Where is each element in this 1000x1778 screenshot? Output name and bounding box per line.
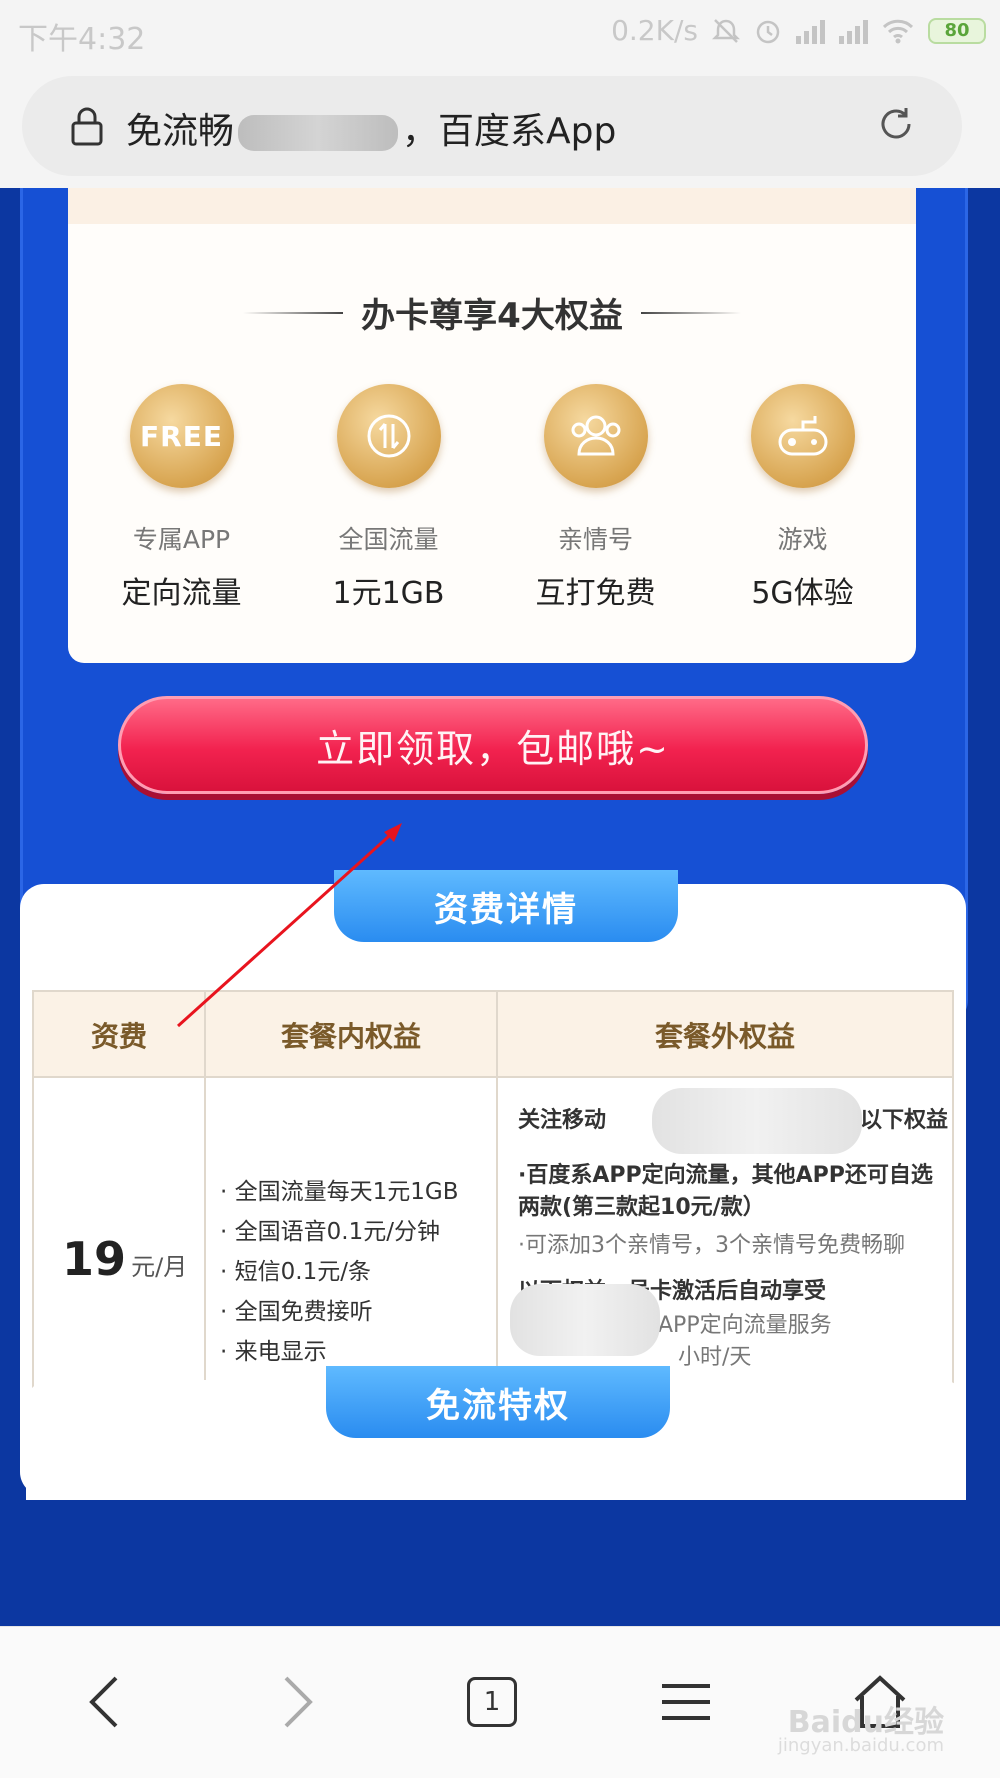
mute-icon (712, 18, 740, 43)
price-unit: 元/月 (131, 1253, 188, 1281)
url-prefix: 免流畅 (126, 111, 235, 152)
chevron-right-icon (284, 1676, 313, 1728)
alarm-icon (756, 20, 780, 43)
signal-hd-icon (839, 18, 868, 44)
benefit-item: 全国流量 1元1GB (289, 384, 489, 612)
network-speed: 0.2K/s (611, 14, 698, 47)
divider-right (640, 311, 741, 314)
benefit-value: 1元1GB (332, 576, 445, 611)
data-icon (336, 384, 441, 488)
in-plan-list: 全国流量每天1元1GB 全国语音0.1元/分钟 短信0.1元/条 全国免费接听 … (220, 1172, 459, 1372)
claim-button[interactable]: 立即领取，包邮哦~ (118, 696, 868, 794)
menu-icon (662, 1684, 710, 1720)
list-item: 全国语音0.1元/分钟 (220, 1212, 459, 1252)
status-icons: 0.2K/s 80 (611, 14, 986, 47)
out-plan-item: ·百度系APP定向流量，其他APP还可自选两款(第三款起10元/款） (518, 1163, 933, 1220)
lock-icon (71, 107, 103, 146)
benefit-label: 专属APP (132, 525, 231, 554)
divider-left (243, 311, 344, 314)
menu-button[interactable] (646, 1667, 726, 1737)
address-area: 免流畅 ，百度系App (0, 68, 1000, 188)
out-plan-item: ·可添加3个亲情号，3个亲情号免费畅聊 (518, 1233, 905, 1258)
page-url-title[interactable]: 免流畅 ，百度系App (126, 102, 616, 154)
tabs-button[interactable]: 1 (452, 1667, 532, 1737)
status-bar: 下午4:32 0.2K/s 80 (0, 0, 1000, 68)
redacted-blur (652, 1088, 862, 1154)
benefit-label: 亲情号 (557, 525, 633, 554)
family-icon (543, 384, 648, 488)
benefit-item: 游戏 5G体验 (703, 384, 903, 612)
web-page-content: 办卡尊享4大权益 FREE 专属APP 定向流量 全国流量 1元1GB 亲情号 (0, 188, 1000, 1626)
intro-right: 以下权益 (859, 1108, 948, 1133)
back-button[interactable] (64, 1667, 144, 1737)
benefits-list: FREE 专属APP 定向流量 全国流量 1元1GB 亲情号 互打免费 游戏 5… (68, 384, 916, 612)
list-item: 全国流量每天1元1GB (220, 1172, 459, 1212)
redacted-blur (238, 115, 399, 151)
gamepad-icon (750, 384, 855, 488)
header-in-plan: 套餐内权益 (280, 1020, 421, 1053)
price-value: 19 (62, 1232, 127, 1286)
benefit-item: 亲情号 互打免费 (496, 384, 696, 612)
battery-icon: 80 (928, 17, 986, 44)
address-bar[interactable]: 免流畅 ，百度系App (22, 76, 962, 176)
free-icon: FREE (129, 384, 234, 488)
free-privilege-tab: 免流特权 (326, 1366, 670, 1438)
browser-bottom-nav: 1 Baidu经验 jingyan.baidu.com (0, 1626, 1000, 1778)
list-item: 短信0.1元/条 (220, 1252, 459, 1292)
wifi-icon (882, 19, 914, 43)
chevron-left-icon (89, 1676, 118, 1728)
intro-left: 关注移动 (518, 1108, 607, 1133)
forward-button[interactable] (258, 1667, 338, 1737)
signal-icon (796, 18, 825, 44)
price-cell: 19 元/月 (62, 1232, 187, 1286)
reload-icon[interactable] (876, 104, 916, 144)
watermark-url: jingyan.baidu.com (777, 1735, 944, 1756)
benefit-value: 定向流量 (121, 576, 242, 611)
benefit-label: 游戏 (777, 525, 828, 554)
header-out-plan: 套餐外权益 (654, 1020, 795, 1053)
status-time: 下午4:32 (18, 22, 146, 57)
benefit-label: 全国流量 (338, 525, 439, 554)
benefits-title: 办卡尊享4大权益 (361, 296, 623, 336)
list-item: 全国免费接听 (220, 1292, 459, 1332)
benefits-card: 办卡尊享4大权益 FREE 专属APP 定向流量 全国流量 1元1GB 亲情号 (68, 188, 916, 663)
card-top-strip (68, 188, 916, 224)
tab-count: 1 (467, 1677, 517, 1727)
free-icon-text: FREE (140, 419, 223, 453)
redacted-blur (510, 1284, 660, 1356)
benefit-value: 互打免费 (535, 576, 656, 611)
header-fee: 资费 (90, 1020, 147, 1053)
benefit-value: 5G体验 (751, 576, 854, 611)
fee-details-tab: 资费详情 (334, 870, 678, 942)
benefits-heading: 办卡尊享4大权益 (68, 288, 916, 337)
url-suffix: ，百度系App (402, 111, 617, 152)
benefit-item: FREE 专属APP 定向流量 (82, 384, 282, 612)
